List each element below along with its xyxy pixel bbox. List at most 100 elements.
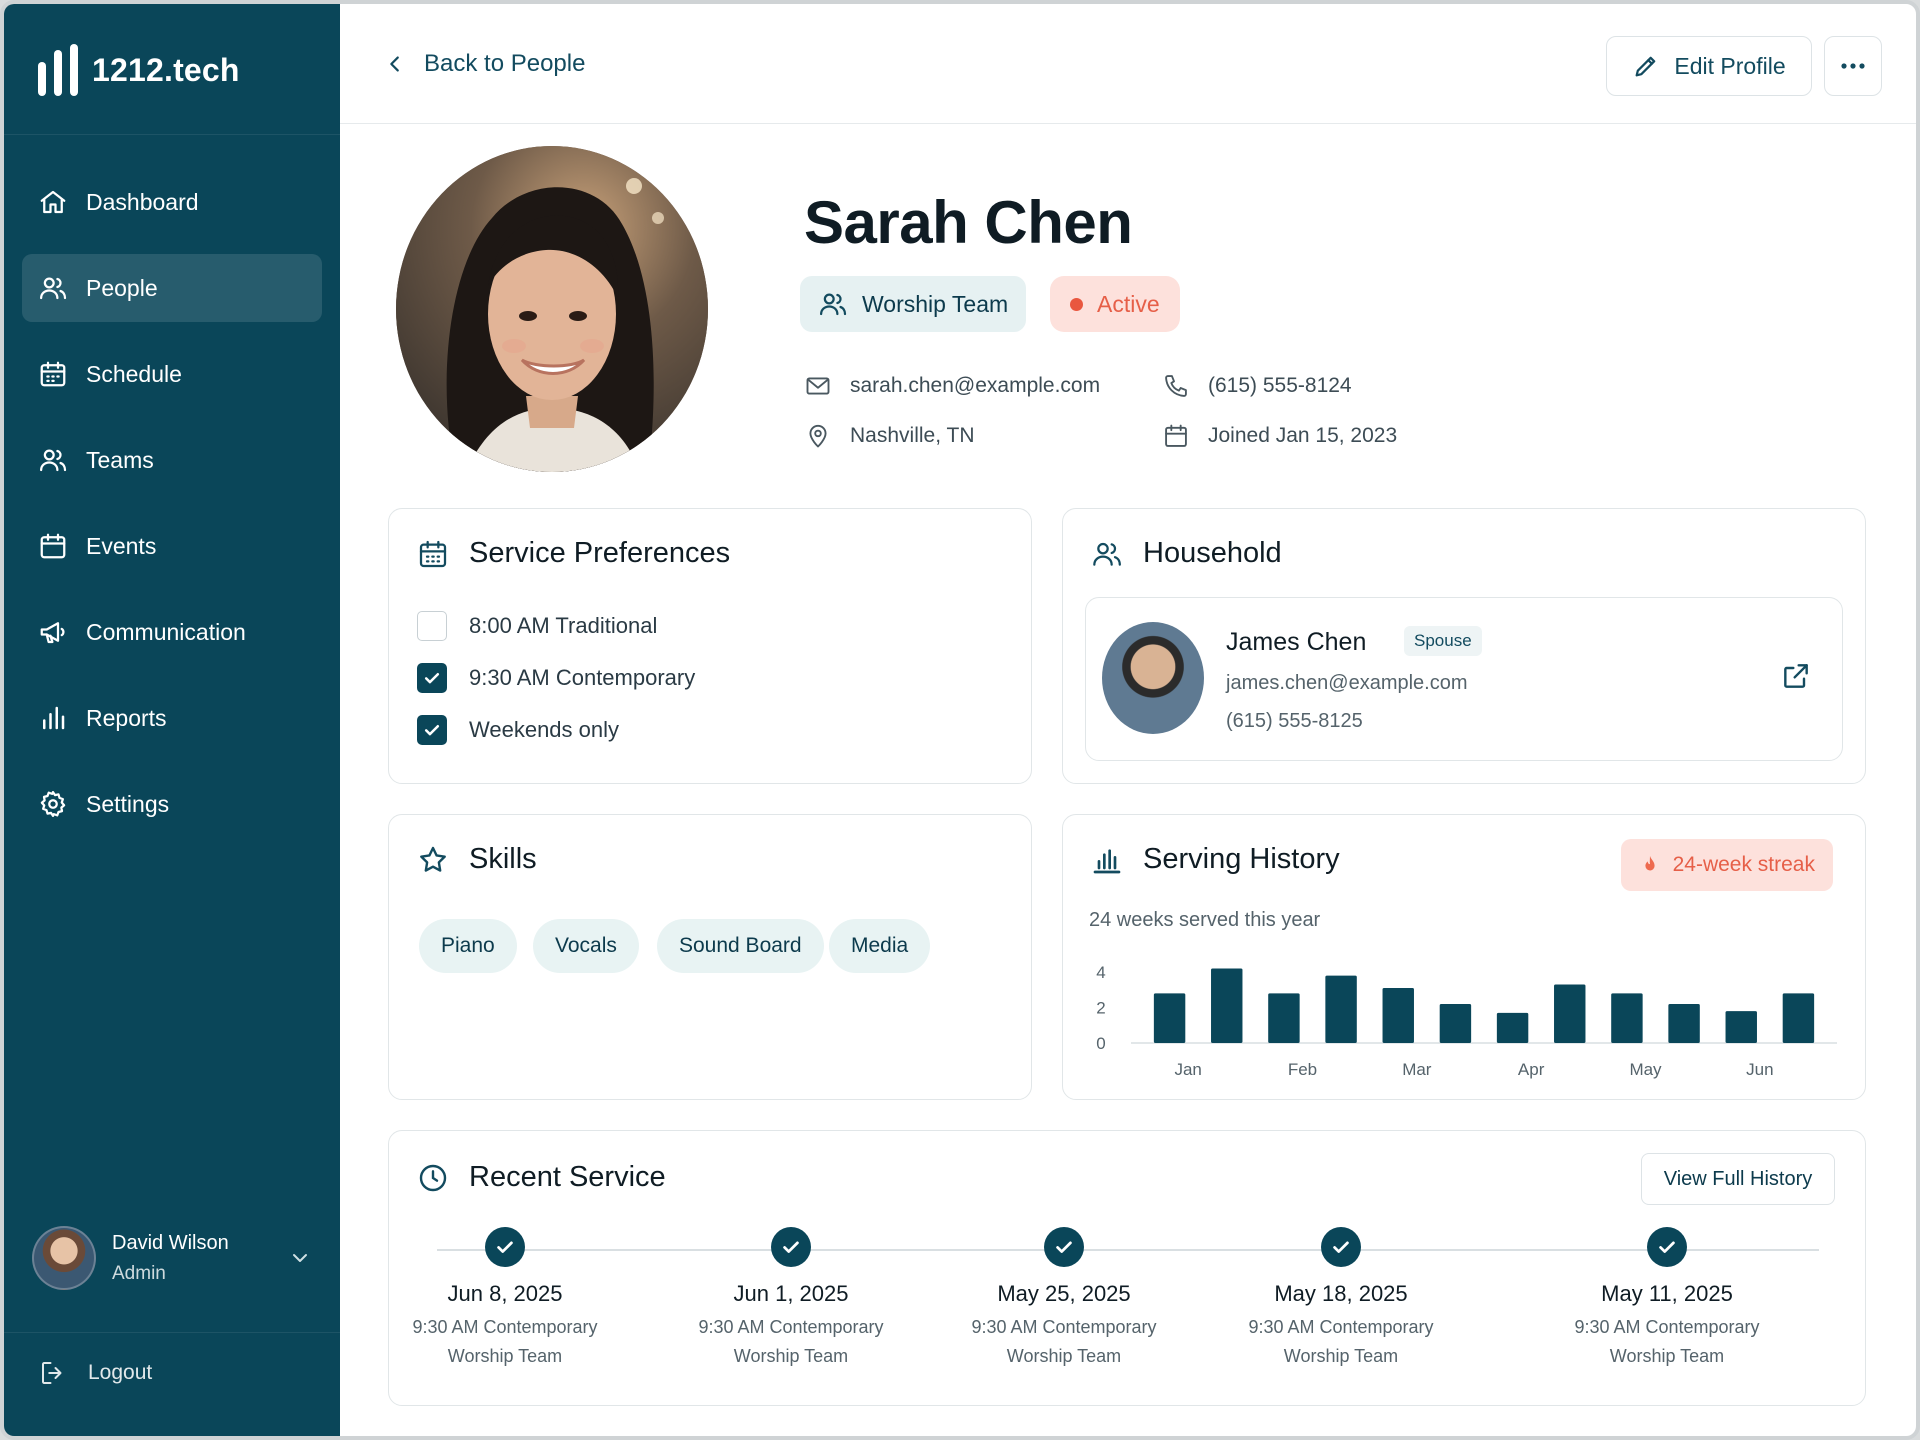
pencil-icon <box>1635 56 1656 77</box>
check-circle-icon <box>1321 1227 1361 1267</box>
mail-icon <box>806 377 830 395</box>
contact-email[interactable]: sarah.chen@example.com <box>804 372 1100 400</box>
x-tick-label: Jun <box>1746 1060 1773 1079</box>
preference-item[interactable]: 9:30 AM Contemporary <box>417 663 695 693</box>
home-icon <box>40 190 66 214</box>
timeline-item[interactable]: Jun 1, 2025 9:30 AM Contemporary Worship… <box>671 1227 911 1367</box>
service-preferences-card: Service Preferences 8:00 AM Traditional … <box>388 508 1032 784</box>
external-link-icon[interactable] <box>1780 660 1812 692</box>
edit-profile-label: Edit Profile <box>1674 52 1786 79</box>
team-badge-label: Worship Team <box>862 290 1009 317</box>
y-tick-label: 4 <box>1096 963 1105 982</box>
card-title-text: Serving History <box>1143 843 1340 875</box>
app-window: 1212.tech Dashboard People Schedule Team… <box>0 0 1920 1440</box>
skill-chip[interactable]: Piano <box>419 919 517 973</box>
sidebar-item-label: People <box>86 274 158 301</box>
calendar-icon <box>40 533 66 559</box>
skills-card: Skills Piano Vocals Sound Board Media <box>388 814 1032 1100</box>
member-name: James Chen <box>1226 628 1367 656</box>
timeline-item[interactable]: May 18, 2025 9:30 AM Contemporary Worshi… <box>1221 1227 1461 1367</box>
check-icon <box>424 673 440 684</box>
current-user[interactable]: David Wilson Admin <box>32 1226 312 1290</box>
logout-button[interactable]: Logout <box>38 1358 152 1388</box>
contact-phone[interactable]: (615) 555-8124 <box>1162 372 1352 400</box>
checkbox-checked[interactable] <box>417 663 447 693</box>
sidebar-item-label: Schedule <box>86 360 182 387</box>
sidebar-item-dashboard[interactable]: Dashboard <box>22 168 322 236</box>
page-header: Back to People Edit Profile <box>340 4 1916 124</box>
edit-profile-button[interactable]: Edit Profile <box>1606 36 1812 96</box>
checkbox[interactable] <box>417 611 447 641</box>
sidebar-nav: Dashboard People Schedule Teams Events C… <box>22 168 322 856</box>
timeline-team: Worship Team <box>447 1346 563 1366</box>
household-member[interactable]: James Chen Spouse james.chen@example.com… <box>1085 597 1843 761</box>
card-title: Skills <box>417 843 537 876</box>
sidebar-item-settings[interactable]: Settings <box>22 770 322 838</box>
x-tick-label: Jan <box>1174 1060 1201 1079</box>
star-icon <box>420 846 446 872</box>
timeline-date: Jun 1, 2025 <box>733 1281 849 1306</box>
megaphone-icon <box>40 622 65 644</box>
chart-bar <box>1382 988 1414 1043</box>
preference-item[interactable]: 8:00 AM Traditional <box>417 611 657 641</box>
profile-photo <box>396 146 708 472</box>
back-label: Back to People <box>424 50 586 77</box>
chart-bar <box>1611 993 1643 1043</box>
streak-badge: 24-week streak <box>1620 839 1833 891</box>
timeline-date: May 11, 2025 <box>1601 1281 1733 1306</box>
preference-item[interactable]: Weekends only <box>417 715 619 745</box>
user-name: David Wilson <box>112 1231 229 1254</box>
sidebar-item-reports[interactable]: Reports <box>22 684 322 752</box>
card-title-text: Household <box>1143 537 1282 569</box>
timeline-item[interactable]: May 11, 2025 9:30 AM Contemporary Worshi… <box>1547 1227 1787 1367</box>
location-text: Nashville, TN <box>850 424 975 447</box>
more-options-button[interactable] <box>1824 36 1882 96</box>
check-circle-icon <box>771 1227 811 1267</box>
chart-bar <box>1725 1011 1757 1043</box>
sidebar-divider <box>4 134 340 135</box>
chart-bar <box>1268 993 1300 1043</box>
card-title: Serving History <box>1091 843 1340 876</box>
check-circle-icon <box>1647 1227 1687 1267</box>
sidebar-divider <box>4 1332 340 1333</box>
timeline-item[interactable]: Jun 8, 2025 9:30 AM Contemporary Worship… <box>385 1227 625 1367</box>
preference-label: Weekends only <box>469 717 620 742</box>
timeline-team: Worship Team <box>1609 1346 1725 1366</box>
calendar-grid-icon <box>419 540 447 567</box>
sidebar-item-label: Settings <box>86 790 170 817</box>
sidebar-item-label: Communication <box>86 618 246 645</box>
skill-chip[interactable]: Media <box>829 919 931 973</box>
chevron-down-icon[interactable] <box>288 1246 312 1270</box>
preference-label: 9:30 AM Contemporary <box>469 665 696 690</box>
chart-bar <box>1554 984 1586 1043</box>
timeline-item[interactable]: May 25, 2025 9:30 AM Contemporary Worshi… <box>944 1227 1184 1367</box>
card-title: Recent Service <box>417 1161 666 1194</box>
view-full-history-button[interactable]: View Full History <box>1641 1153 1835 1205</box>
serving-history-chart: 0 2 4 Jan Feb Mar Apr May Jun <box>1096 963 1837 1079</box>
contact-joined: Joined Jan 15, 2023 <box>1162 422 1397 450</box>
page-title: Sarah Chen <box>804 189 1133 256</box>
sidebar-item-schedule[interactable]: Schedule <box>22 340 322 408</box>
email-text: sarah.chen@example.com <box>850 374 1101 397</box>
check-circle-icon <box>485 1227 525 1267</box>
checkbox-checked[interactable] <box>417 715 447 745</box>
x-tick-label: Feb <box>1288 1060 1317 1079</box>
timeline-team: Worship Team <box>1006 1346 1122 1366</box>
member-phone: (615) 555-8125 <box>1226 710 1363 732</box>
team-badge[interactable]: Worship Team <box>800 276 1027 332</box>
back-link[interactable]: Back to People <box>384 50 585 78</box>
skill-chip[interactable]: Sound Board <box>657 919 824 973</box>
brand[interactable]: 1212.tech <box>38 44 240 96</box>
sidebar-item-people[interactable]: People <box>22 254 322 322</box>
user-role: Admin <box>112 1262 166 1284</box>
sidebar-item-teams[interactable]: Teams <box>22 426 322 494</box>
chart-bar <box>1211 968 1243 1043</box>
timeline-service: 9:30 AM Contemporary <box>1574 1317 1760 1337</box>
sidebar-item-events[interactable]: Events <box>22 512 322 580</box>
timeline-service: 9:30 AM Contemporary <box>412 1317 598 1337</box>
gear-icon <box>40 791 66 817</box>
sidebar-item-label: Teams <box>86 446 154 473</box>
sidebar-item-communication[interactable]: Communication <box>22 598 322 666</box>
chart-bar <box>1325 975 1357 1043</box>
skill-chip[interactable]: Vocals <box>533 919 639 973</box>
